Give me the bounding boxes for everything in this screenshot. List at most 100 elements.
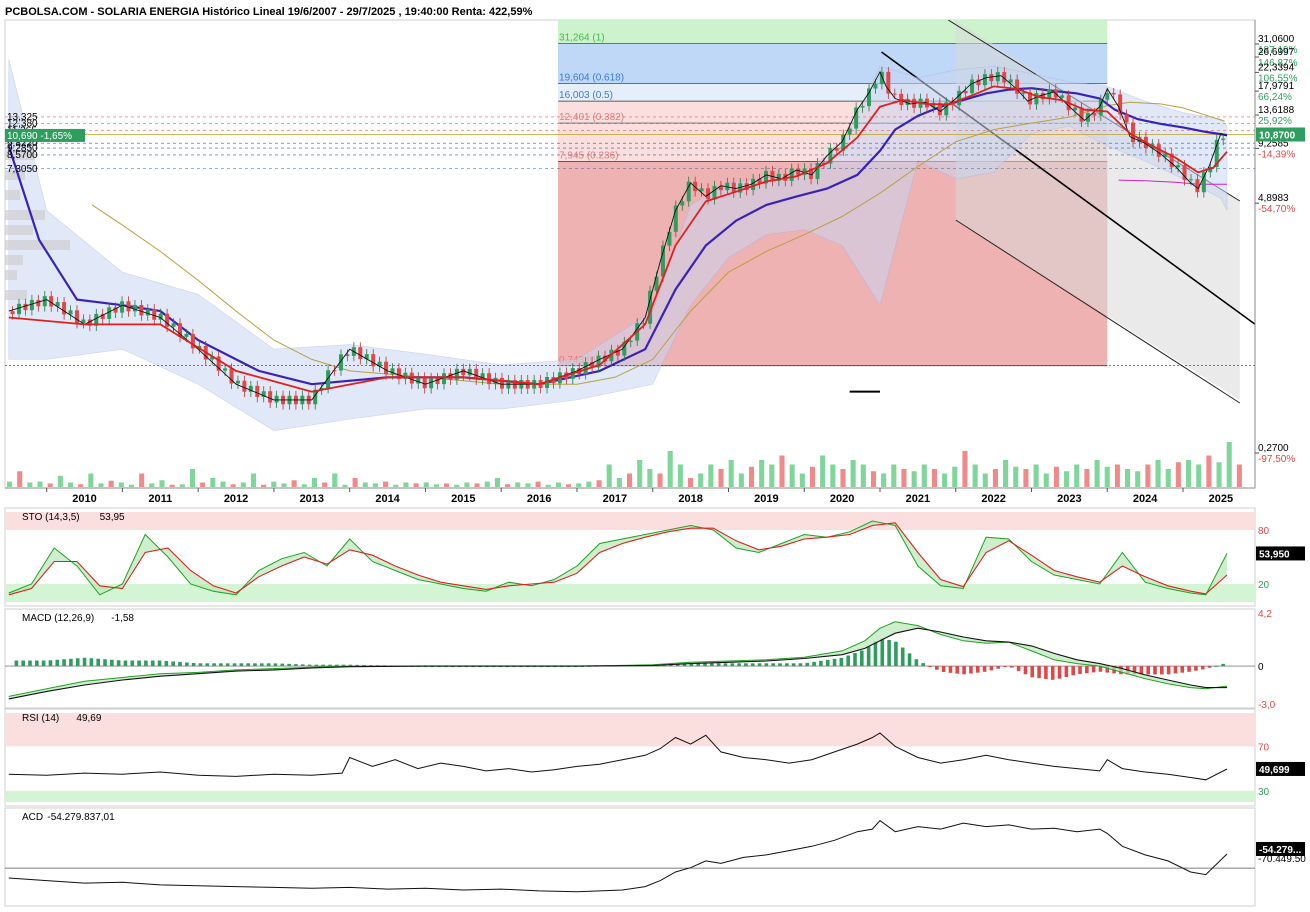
x-tick-label: 2012 (224, 493, 248, 505)
candle-body (107, 307, 112, 319)
macd-hist-bar (62, 659, 66, 667)
macd-hist-bar (900, 647, 905, 667)
macd-hist-bar (171, 661, 175, 667)
volume-bar (474, 483, 480, 487)
macd-hist-bar (907, 653, 912, 667)
volume-bar (576, 483, 582, 487)
volume-bar (1114, 464, 1120, 487)
macd-hist-bar (819, 660, 823, 667)
volume-bar (149, 483, 155, 487)
macd-hist-bar (887, 639, 891, 667)
candle-body (384, 361, 389, 375)
candle-body (42, 296, 47, 307)
x-tick-label: 2023 (1057, 493, 1081, 505)
macd-hist-bar (989, 666, 994, 671)
macd-hist-bar (1091, 666, 1096, 673)
candle-body (139, 304, 144, 316)
x-tick-label: 2016 (527, 493, 551, 505)
macd-hist-bar (28, 660, 32, 667)
candle-body (712, 185, 717, 200)
volume-bar (1186, 460, 1192, 487)
volume-bar (718, 469, 724, 487)
stock-chart[interactable]: PCBOLSA.COM - SOLARIA ENERGIA Histórico … (0, 0, 1310, 912)
candle-body (970, 79, 975, 94)
volume-bar (1003, 460, 1009, 487)
panel-tick-label: -3,0 (1258, 700, 1276, 711)
volume-bar (372, 483, 378, 487)
volume-bar (230, 484, 236, 487)
macd-hist-bar (791, 663, 796, 667)
volume-bar (494, 478, 500, 487)
y-tick-pct: -14,39% (1258, 149, 1295, 160)
macd-hist-bar (253, 663, 257, 667)
macd-hist-bar (1166, 666, 1171, 675)
fib-label-3: 12,401 (0.382) (559, 112, 624, 123)
volume-bar (393, 484, 399, 487)
volume-bar (179, 484, 185, 487)
macd-hist-bar (103, 659, 107, 667)
panel-frame (4, 807, 1256, 907)
candle-body (1098, 99, 1103, 116)
y-tick-pct: 66,24% (1258, 92, 1292, 103)
volume-bar (1135, 471, 1141, 487)
candle-body (145, 309, 150, 316)
volume-bar (27, 482, 33, 487)
candle-body (274, 395, 279, 403)
macd-hist-bar (723, 663, 728, 667)
acd-panel: ACD -54.279.837,01-70.449.50-54.279... (4, 807, 1306, 907)
macd-hist-bar (825, 659, 830, 667)
macd-hist-bar (703, 663, 707, 667)
macd-hist-bar (764, 663, 769, 667)
macd-hist-bar (839, 657, 844, 667)
volume-bar (1023, 469, 1029, 487)
macd-hist-bar (1016, 666, 1021, 671)
volume-bar (586, 481, 592, 487)
volume-bar (555, 482, 561, 487)
panel-zone (5, 512, 1255, 530)
candle-body (1221, 138, 1226, 140)
macd-hist-bar (710, 663, 714, 667)
y-tick-label: 0,2700 (1258, 443, 1289, 454)
volume-bar (118, 482, 124, 487)
volume-bar (1094, 460, 1100, 487)
candle-body (654, 276, 659, 291)
macd-hist-bar (812, 661, 816, 667)
panel-tick-label: 20 (1258, 580, 1270, 591)
volume-bar (535, 481, 541, 487)
volume-bar (362, 482, 368, 487)
macd-hist-bar (1146, 666, 1150, 675)
macd-hist-bar (321, 664, 325, 667)
volume-bar (505, 484, 511, 487)
volume-bar (799, 473, 805, 487)
volume-bar (738, 473, 744, 487)
volume-bar (383, 481, 389, 487)
fib-label-4: 7,945 (0.236) (559, 151, 619, 162)
macd-hist-bar (1200, 666, 1205, 670)
candle-body (242, 380, 247, 392)
macd-hist-bar (962, 666, 966, 675)
panel-title: ACD (22, 812, 43, 823)
macd-hist-bar (225, 663, 230, 667)
candle-body (660, 245, 665, 277)
volume-bar (820, 455, 826, 487)
panel-tick-label: 0 (1258, 662, 1264, 673)
volume-bar (464, 482, 470, 487)
candle-body (223, 368, 228, 371)
volume-bar (484, 481, 490, 487)
volume-bar (748, 466, 755, 487)
volume-bar (1064, 471, 1070, 487)
macd-hist-bar (1160, 666, 1164, 675)
macd-hist-bar (150, 660, 155, 667)
macd-hist-bar (853, 653, 857, 667)
left-level-label: 8,5700 (7, 150, 38, 161)
volume-bar (1053, 466, 1059, 487)
macd-hist-bar (1078, 666, 1082, 675)
volume-bar (1206, 455, 1212, 487)
candle-body (499, 377, 504, 389)
volume-profile-bar (5, 270, 17, 280)
volume-bar (413, 483, 419, 487)
macd-hist-bar (48, 660, 53, 667)
candle-body (834, 148, 839, 151)
macd-hist-bar (921, 663, 925, 667)
panel-value: 49,69 (76, 713, 101, 724)
